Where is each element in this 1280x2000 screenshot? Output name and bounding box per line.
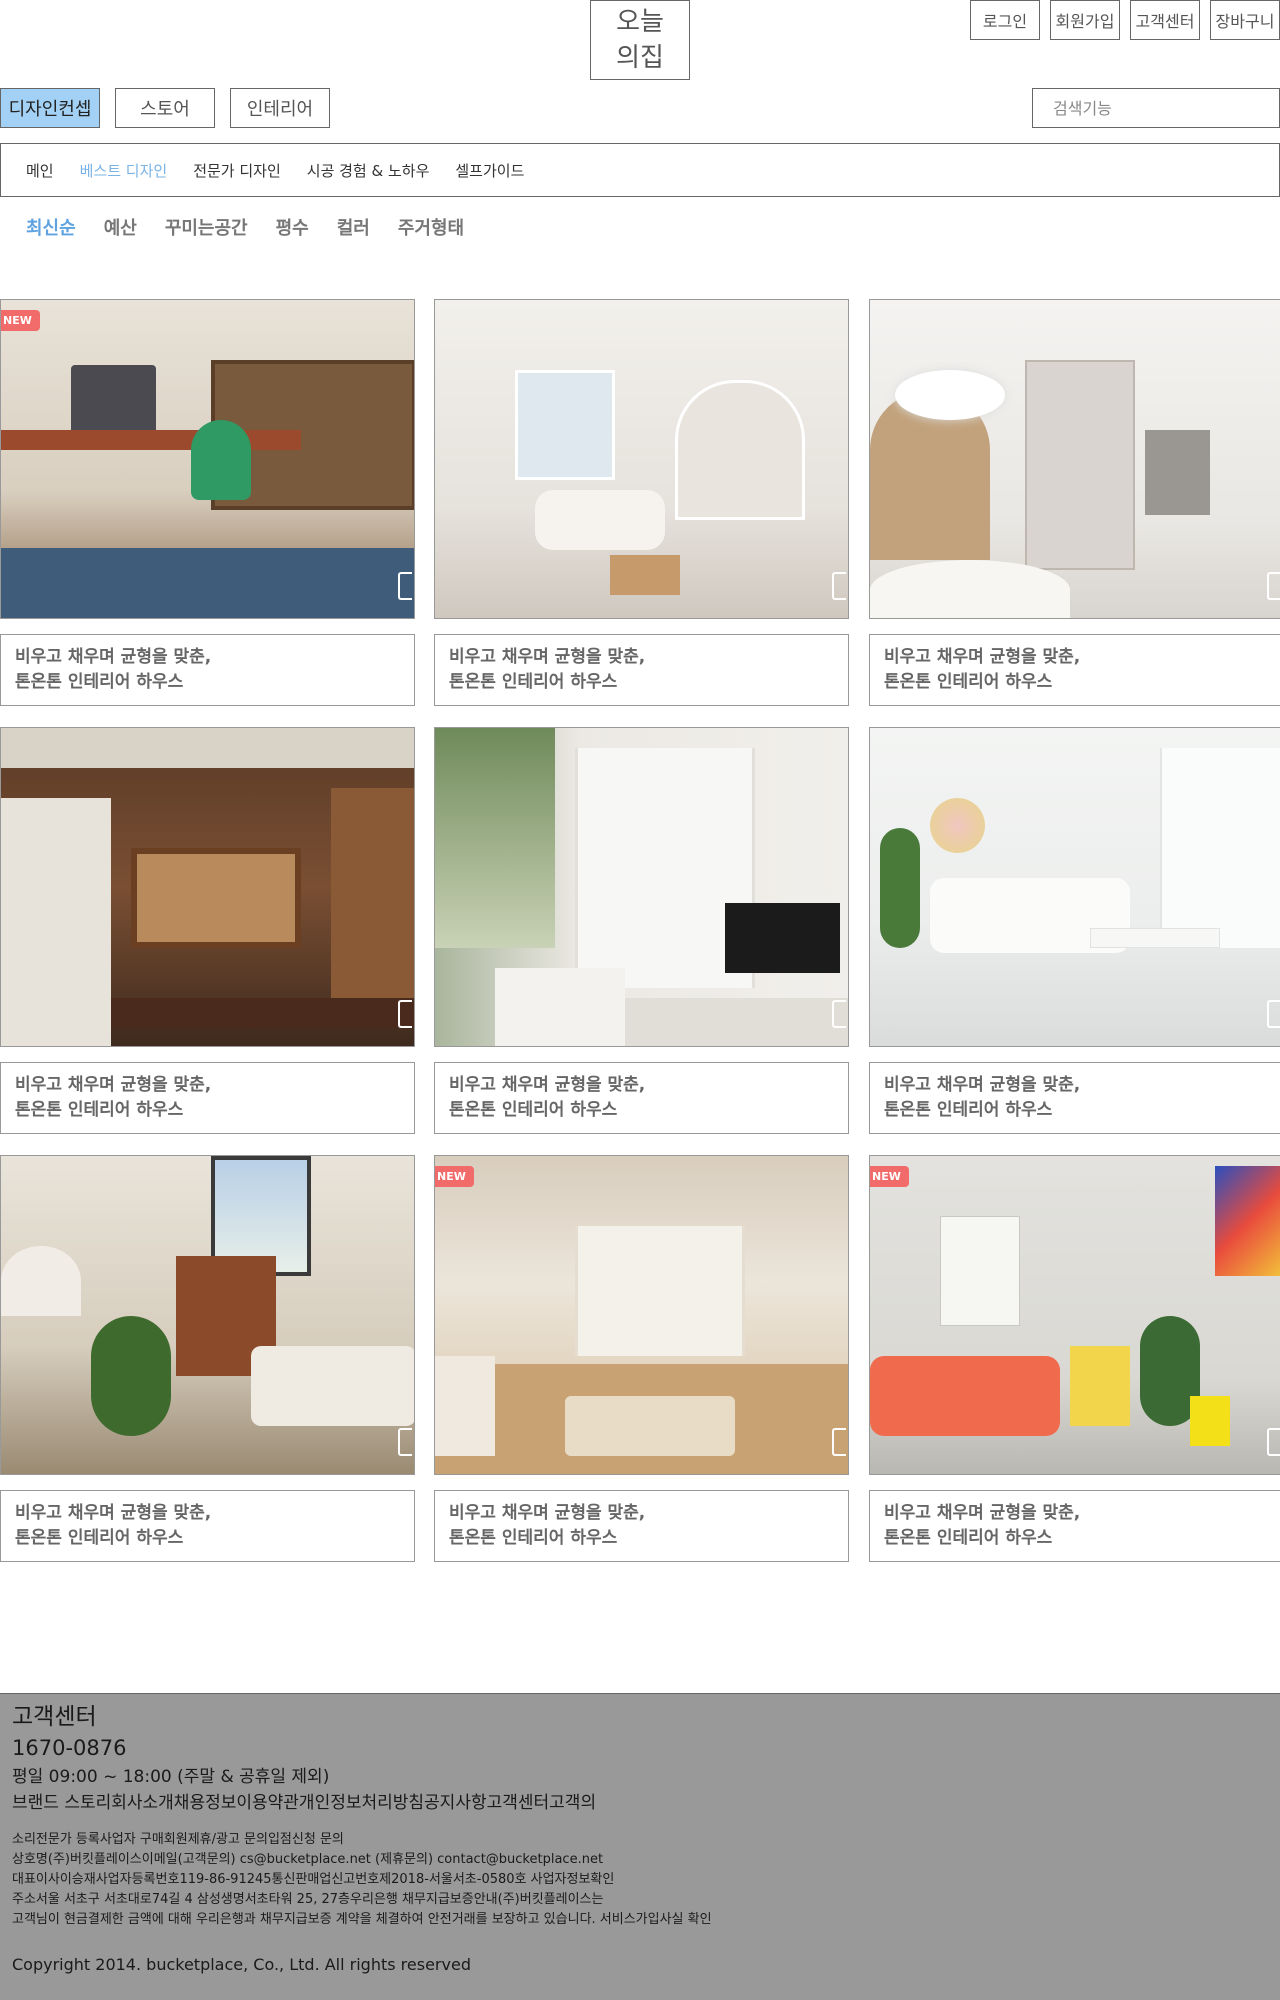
tab-store[interactable]: 스토어 xyxy=(115,88,215,128)
footer-hours: 평일 09:00 ~ 18:00 (주말 & 공휴일 제외) xyxy=(12,1767,330,1787)
card-title-line-2: 톤온톤 인테리어 하우스 xyxy=(884,1100,1053,1120)
footer-info-line: 소리전문가 등록사업자 구매회원제휴/광고 문의입점신청 문의 xyxy=(12,1832,344,1847)
card-title[interactable]: 비우고 채우며 균형을 맞춘, 톤온톤 인테리어 하우스 xyxy=(0,1062,415,1134)
sub-nav-construction[interactable]: 시공 경험 & 노하우 xyxy=(307,160,430,181)
card-title-line-2: 톤온톤 인테리어 하우스 xyxy=(449,1528,618,1548)
card-title[interactable]: 비우고 채우며 균형을 맞춘, 톤온톤 인테리어 하우스 xyxy=(434,1062,849,1134)
bookmark-icon[interactable] xyxy=(832,572,846,600)
sub-nav: 메인 베스트 디자인 전문가 디자인 시공 경험 & 노하우 셀프가이드 xyxy=(0,143,1280,197)
design-card[interactable]: 비우고 채우며 균형을 맞춘, 톤온톤 인테리어 하우스 xyxy=(434,299,849,706)
footer: 고객센터 1670-0876 평일 09:00 ~ 18:00 (주말 & 공휴… xyxy=(0,1693,1280,2000)
design-card[interactable]: 비우고 채우며 균형을 맞춘, 톤온톤 인테리어 하우스 xyxy=(869,299,1280,706)
card-title-line-2: 톤온톤 인테리어 하우스 xyxy=(884,672,1053,692)
card-image[interactable] xyxy=(869,727,1280,1047)
card-title-line-1: 비우고 채우며 균형을 맞춘, xyxy=(449,647,646,667)
sub-nav-self-guide[interactable]: 셀프가이드 xyxy=(455,160,524,181)
card-title-line-2: 톤온톤 인테리어 하우스 xyxy=(15,1100,184,1120)
card-image[interactable] xyxy=(434,727,849,1047)
card-image[interactable] xyxy=(434,299,849,619)
card-image[interactable]: NEW xyxy=(434,1155,849,1475)
design-card[interactable]: NEW 비우고 채우며 균형을 맞춘, 톤온톤 인테리어 하우스 xyxy=(434,1155,849,1562)
footer-links[interactable]: 브랜드 스토리회사소개채용정보이용약관개인정보처리방침공지사항고객센터고객의 xyxy=(12,1790,1268,1816)
card-title-line-1: 비우고 채우며 균형을 맞춘, xyxy=(449,1075,646,1095)
filter-bar: 최신순 예산 꾸미는공간 평수 컬러 주거형태 xyxy=(26,214,464,240)
bookmark-icon[interactable] xyxy=(1267,572,1280,600)
card-title[interactable]: 비우고 채우며 균형을 맞춘, 톤온톤 인테리어 하우스 xyxy=(0,634,415,706)
filter-color[interactable]: 컬러 xyxy=(337,214,370,240)
card-title-line-2: 톤온톤 인테리어 하우스 xyxy=(15,672,184,692)
sub-nav-best-design[interactable]: 베스트 디자인 xyxy=(80,160,168,181)
footer-title: 고객센터 xyxy=(12,1704,97,1730)
card-title-line-1: 비우고 채우며 균형을 맞춘, xyxy=(15,1075,212,1095)
footer-info-line: 고객님이 현금결제한 금액에 대해 우리은행과 채무지급보증 계약을 체결하여 … xyxy=(12,1912,712,1927)
card-title-line-2: 톤온톤 인테리어 하우스 xyxy=(884,1528,1053,1548)
footer-info-line: 상호명(주)버킷플레이스이메일(고객문의) cs@bucketplace.net… xyxy=(12,1852,604,1867)
filter-size[interactable]: 평수 xyxy=(276,214,309,240)
card-title-line-2: 톤온톤 인테리어 하우스 xyxy=(449,1100,618,1120)
filter-latest[interactable]: 최신순 xyxy=(26,214,76,240)
bookmark-icon[interactable] xyxy=(1267,1428,1280,1456)
card-title[interactable]: 비우고 채우며 균형을 맞춘, 톤온톤 인테리어 하우스 xyxy=(869,1490,1280,1562)
card-image[interactable]: NEW xyxy=(0,299,415,619)
card-title[interactable]: 비우고 채우며 균형을 맞춘, 톤온톤 인테리어 하우스 xyxy=(434,634,849,706)
card-title-line-1: 비우고 채우며 균형을 맞춘, xyxy=(449,1503,646,1523)
bookmark-icon[interactable] xyxy=(832,1428,846,1456)
card-title[interactable]: 비우고 채우며 균형을 맞춘, 톤온톤 인테리어 하우스 xyxy=(0,1490,415,1562)
design-card[interactable]: 비우고 채우며 균형을 맞춘, 톤온톤 인테리어 하우스 xyxy=(434,727,849,1134)
card-image[interactable]: NEW xyxy=(869,1155,1280,1475)
top-links: 로그인 회원가입 고객센터 장바구니 xyxy=(970,0,1280,40)
new-badge: NEW xyxy=(435,1166,474,1187)
card-image[interactable] xyxy=(0,1155,415,1475)
card-title-line-1: 비우고 채우며 균형을 맞춘, xyxy=(884,1503,1081,1523)
footer-info-line: 주소서울 서초구 서초대로74길 4 삼성생명서초타워 25, 27층우리은행 … xyxy=(12,1892,604,1907)
bookmark-icon[interactable] xyxy=(1267,1000,1280,1028)
card-title[interactable]: 비우고 채우며 균형을 맞춘, 톤온톤 인테리어 하우스 xyxy=(869,1062,1280,1134)
logo-line-1: 오늘 xyxy=(616,7,664,37)
filter-housing[interactable]: 주거형태 xyxy=(398,214,464,240)
bookmark-icon[interactable] xyxy=(832,1000,846,1028)
new-badge: NEW xyxy=(870,1166,909,1187)
card-title-line-1: 비우고 채우며 균형을 맞춘, xyxy=(884,647,1081,667)
logo-line-2: 의집 xyxy=(616,43,664,73)
sub-nav-expert-design[interactable]: 전문가 디자인 xyxy=(193,160,281,181)
tab-interior[interactable]: 인테리어 xyxy=(230,88,330,128)
card-title-line-2: 톤온톤 인테리어 하우스 xyxy=(15,1528,184,1548)
card-title-line-1: 비우고 채우며 균형을 맞춘, xyxy=(884,1075,1081,1095)
site-logo[interactable]: 오늘 의집 xyxy=(590,0,690,80)
customer-center-button[interactable]: 고객센터 xyxy=(1130,0,1200,40)
main-tabs: 디자인컨셉 스토어 인테리어 xyxy=(0,88,330,128)
card-title-line-2: 톤온톤 인테리어 하우스 xyxy=(449,672,618,692)
search-input[interactable] xyxy=(1032,88,1280,128)
bookmark-icon[interactable] xyxy=(398,572,412,600)
card-image[interactable] xyxy=(869,299,1280,619)
design-card[interactable]: 비우고 채우며 균형을 맞춘, 톤온톤 인테리어 하우스 xyxy=(0,727,415,1134)
design-card[interactable]: NEW 비우고 채우며 균형을 맞춘, 톤온톤 인테리어 하우스 xyxy=(0,299,415,706)
new-badge: NEW xyxy=(1,310,40,331)
bookmark-icon[interactable] xyxy=(398,1000,412,1028)
footer-info-line: 대표이사이승재사업자등록번호119-86-91245통신판매업신고번호제2018… xyxy=(12,1872,615,1887)
card-title-line-1: 비우고 채우며 균형을 맞춘, xyxy=(15,647,212,667)
signup-button[interactable]: 회원가입 xyxy=(1050,0,1120,40)
card-title[interactable]: 비우고 채우며 균형을 맞춘, 톤온톤 인테리어 하우스 xyxy=(434,1490,849,1562)
card-title[interactable]: 비우고 채우며 균형을 맞춘, 톤온톤 인테리어 하우스 xyxy=(869,634,1280,706)
filter-budget[interactable]: 예산 xyxy=(104,214,137,240)
bookmark-icon[interactable] xyxy=(398,1428,412,1456)
tab-design-concept[interactable]: 디자인컨셉 xyxy=(0,88,100,128)
filter-space[interactable]: 꾸미는공간 xyxy=(165,214,248,240)
design-card[interactable]: NEW 비우고 채우며 균형을 맞춘, 톤온톤 인테리어 하우스 xyxy=(869,1155,1280,1562)
footer-copyright: Copyright 2014. bucketplace, Co., Ltd. A… xyxy=(12,1955,471,1974)
design-card[interactable]: 비우고 채우며 균형을 맞춘, 톤온톤 인테리어 하우스 xyxy=(0,1155,415,1562)
login-button[interactable]: 로그인 xyxy=(970,0,1040,40)
cart-button[interactable]: 장바구니 xyxy=(1210,0,1280,40)
sub-nav-main[interactable]: 메인 xyxy=(26,160,54,181)
design-card[interactable]: 비우고 채우며 균형을 맞춘, 톤온톤 인테리어 하우스 xyxy=(869,727,1280,1134)
card-title-line-1: 비우고 채우며 균형을 맞춘, xyxy=(15,1503,212,1523)
footer-phone: 1670-0876 xyxy=(12,1736,127,1760)
card-image[interactable] xyxy=(0,727,415,1047)
